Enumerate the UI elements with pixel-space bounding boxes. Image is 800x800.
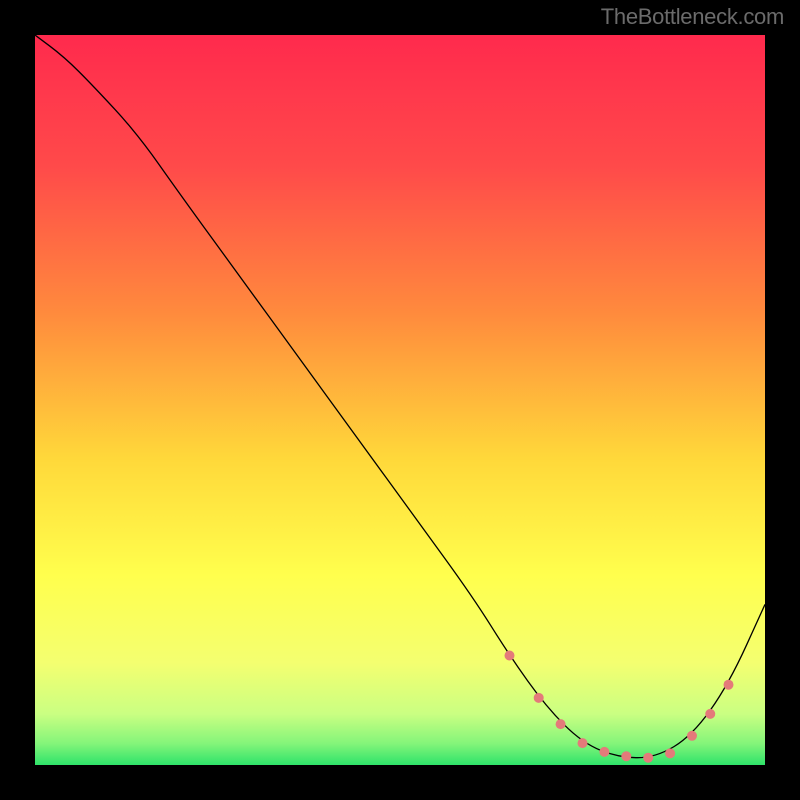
marker-point <box>534 693 544 703</box>
plot-area <box>35 35 765 765</box>
marker-point <box>599 747 609 757</box>
chart-svg <box>35 35 765 765</box>
marker-point <box>621 751 631 761</box>
marker-point <box>665 748 675 758</box>
marker-point <box>578 738 588 748</box>
marker-point <box>724 680 734 690</box>
marker-point <box>687 731 697 741</box>
marker-point <box>705 709 715 719</box>
marker-point <box>505 651 515 661</box>
marker-point <box>643 753 653 763</box>
marker-point <box>556 719 566 729</box>
attribution-label: TheBottleneck.com <box>601 4 784 30</box>
chart-frame: TheBottleneck.com <box>0 0 800 800</box>
